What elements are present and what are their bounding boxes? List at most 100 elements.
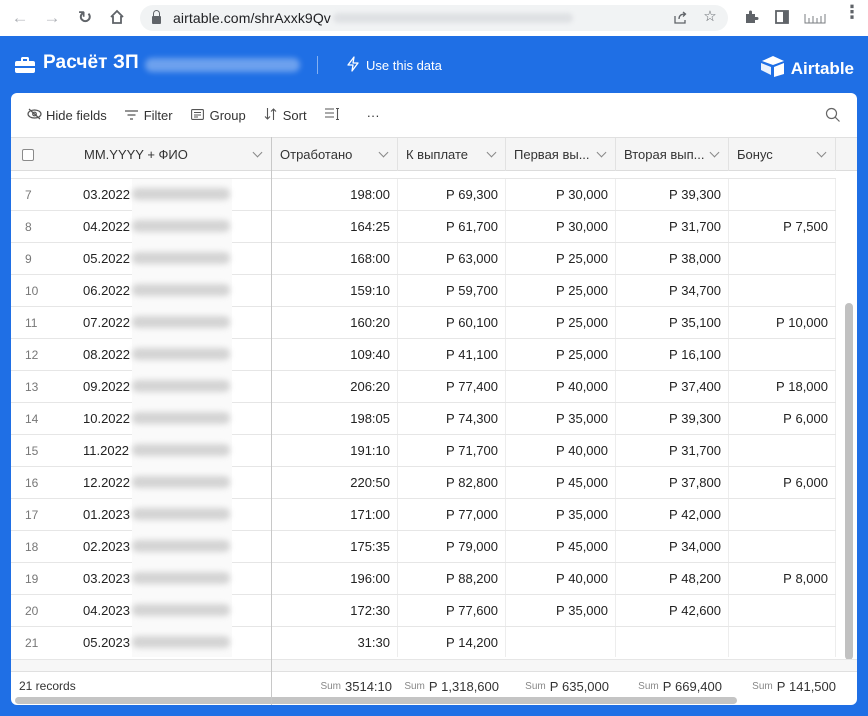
cell-hours[interactable]: 164:25 bbox=[272, 211, 398, 242]
cell-hours[interactable]: 172:30 bbox=[272, 595, 398, 626]
group-button[interactable]: Group bbox=[191, 102, 246, 128]
cell-hours[interactable]: 159:10 bbox=[272, 275, 398, 306]
forward-icon[interactable]: → bbox=[41, 7, 63, 29]
column-header-bonus[interactable]: Бонус bbox=[729, 138, 836, 171]
cell-hours[interactable]: 109:40 bbox=[272, 339, 398, 370]
cell-hours[interactable]: 160:20 bbox=[272, 307, 398, 338]
cell-month[interactable]: 02.2023 bbox=[68, 531, 138, 562]
cell-first-payment[interactable]: Р 25,000 bbox=[506, 243, 616, 274]
cell-total[interactable]: Р 77,000 bbox=[398, 499, 506, 530]
table-row[interactable]: 16 12.2022 220:50 Р 82,800 Р 45,000 Р 37,800 Р… bbox=[11, 467, 836, 499]
cell-first-payment[interactable]: Р 35,000 bbox=[506, 499, 616, 530]
row-height-button[interactable] bbox=[324, 102, 339, 128]
table-row[interactable]: 7 03.2022 198:00 Р 69,300 Р 30,000 Р 39,300 bbox=[11, 179, 836, 211]
summary-first-payment[interactable]: Sum Р 635,000 bbox=[506, 672, 609, 700]
chevron-down-icon[interactable] bbox=[596, 147, 607, 158]
column-header-name[interactable]: MM.YYYY + ФИО bbox=[68, 138, 272, 171]
menu-kebab-icon[interactable]: ⋮ bbox=[843, 3, 861, 21]
cell-month[interactable]: 03.2022 bbox=[68, 179, 138, 210]
cell-bonus[interactable] bbox=[729, 339, 836, 370]
filter-button[interactable]: Filter bbox=[125, 102, 173, 128]
cell-first-payment[interactable]: Р 30,000 bbox=[506, 179, 616, 210]
column-header-first-payment[interactable]: Первая вы... bbox=[506, 138, 616, 171]
cell-month[interactable]: 07.2022 bbox=[68, 307, 138, 338]
cell-month[interactable]: 10.2022 bbox=[68, 403, 138, 434]
cell-bonus[interactable]: Р 8,000 bbox=[729, 563, 836, 594]
cell-total[interactable]: Р 77,400 bbox=[398, 371, 506, 402]
cell-hours[interactable]: 175:35 bbox=[272, 531, 398, 562]
table-row[interactable]: 9 05.2022 168:00 Р 63,000 Р 25,000 Р 38,000 bbox=[11, 243, 836, 275]
cell-first-payment[interactable]: Р 30,000 bbox=[506, 211, 616, 242]
cell-first-payment[interactable]: Р 40,000 bbox=[506, 563, 616, 594]
home-icon[interactable] bbox=[106, 6, 128, 28]
cell-hours[interactable]: 196:00 bbox=[272, 563, 398, 594]
cell-second-payment[interactable]: Р 34,700 bbox=[616, 275, 729, 306]
cell-total[interactable]: Р 82,800 bbox=[398, 467, 506, 498]
cell-first-payment[interactable]: Р 40,000 bbox=[506, 371, 616, 402]
vertical-scrollbar-thumb[interactable] bbox=[845, 303, 853, 660]
column-header-total[interactable]: К выплате bbox=[398, 138, 506, 171]
cell-second-payment[interactable]: Р 42,000 bbox=[616, 499, 729, 530]
chevron-down-icon[interactable] bbox=[816, 147, 827, 158]
cell-second-payment[interactable]: Р 37,400 bbox=[616, 371, 729, 402]
cell-second-payment[interactable]: Р 39,300 bbox=[616, 403, 729, 434]
cell-hours[interactable]: 171:00 bbox=[272, 499, 398, 530]
address-bar[interactable]: airtable.com/shrAxxk9Qv ☆ bbox=[140, 5, 728, 31]
table-row[interactable]: 20 04.2023 172:30 Р 77,600 Р 35,000 Р 42,600 bbox=[11, 595, 836, 627]
cell-total[interactable]: Р 74,300 bbox=[398, 403, 506, 434]
cell-first-payment[interactable]: Р 25,000 bbox=[506, 275, 616, 306]
column-header-second-payment[interactable]: Вторая вып... bbox=[616, 138, 729, 171]
sidebar-icon[interactable] bbox=[775, 10, 789, 28]
table-row[interactable]: 10 06.2022 159:10 Р 59,700 Р 25,000 Р 34,700 bbox=[11, 275, 836, 307]
table-row[interactable]: 19 03.2023 196:00 Р 88,200 Р 40,000 Р 48,200 Р… bbox=[11, 563, 836, 595]
cell-bonus[interactable]: Р 7,500 bbox=[729, 211, 836, 242]
table-row[interactable]: 12 08.2022 109:40 Р 41,100 Р 25,000 Р 16,100 bbox=[11, 339, 836, 371]
cell-bonus[interactable] bbox=[729, 435, 836, 466]
table-row[interactable]: 13 09.2022 206:20 Р 77,400 Р 40,000 Р 37,400 Р… bbox=[11, 371, 836, 403]
cell-total[interactable]: Р 41,100 bbox=[398, 339, 506, 370]
cell-second-payment[interactable]: Р 31,700 bbox=[616, 211, 729, 242]
cell-total[interactable]: Р 88,200 bbox=[398, 563, 506, 594]
cell-first-payment[interactable]: Р 45,000 bbox=[506, 531, 616, 562]
cell-second-payment[interactable]: Р 16,100 bbox=[616, 339, 729, 370]
cell-second-payment[interactable]: Р 31,700 bbox=[616, 435, 729, 466]
cell-month[interactable]: 06.2022 bbox=[68, 275, 138, 306]
cell-month[interactable]: 05.2022 bbox=[68, 243, 138, 274]
cell-second-payment[interactable]: Р 39,300 bbox=[616, 179, 729, 210]
reload-icon[interactable]: ↻ bbox=[74, 7, 96, 29]
table-row[interactable]: 11 07.2022 160:20 Р 60,100 Р 25,000 Р 35,100 Р… bbox=[11, 307, 836, 339]
cell-second-payment[interactable]: Р 35,100 bbox=[616, 307, 729, 338]
cell-second-payment[interactable]: Р 34,000 bbox=[616, 531, 729, 562]
cell-first-payment[interactable]: Р 25,000 bbox=[506, 339, 616, 370]
cell-month[interactable]: 04.2022 bbox=[68, 211, 138, 242]
cell-bonus[interactable] bbox=[729, 531, 836, 562]
airtable-logo[interactable]: Airtable bbox=[760, 55, 854, 82]
table-row[interactable]: 14 10.2022 198:05 Р 74,300 Р 35,000 Р 39,300 Р… bbox=[11, 403, 836, 435]
chevron-down-icon[interactable] bbox=[486, 147, 497, 158]
cell-month[interactable]: 05.2023 bbox=[68, 627, 138, 657]
cell-bonus[interactable]: Р 10,000 bbox=[729, 307, 836, 338]
table-row[interactable]: 8 04.2022 164:25 Р 61,700 Р 30,000 Р 31,700 Р … bbox=[11, 211, 836, 243]
cell-bonus[interactable] bbox=[729, 275, 836, 306]
table-row[interactable]: 17 01.2023 171:00 Р 77,000 Р 35,000 Р 42,000 bbox=[11, 499, 836, 531]
cell-total[interactable]: Р 59,700 bbox=[398, 275, 506, 306]
cell-first-payment[interactable]: Р 40,000 bbox=[506, 435, 616, 466]
cell-total[interactable]: Р 71,700 bbox=[398, 435, 506, 466]
use-this-data-button[interactable]: Use this data bbox=[346, 56, 442, 75]
select-all-checkbox[interactable] bbox=[22, 148, 34, 161]
cell-month[interactable]: 03.2023 bbox=[68, 563, 138, 594]
search-button[interactable] bbox=[825, 107, 841, 123]
cell-hours[interactable]: 168:00 bbox=[272, 243, 398, 274]
table-row[interactable]: 18 02.2023 175:35 Р 79,000 Р 45,000 Р 34,000 bbox=[11, 531, 836, 563]
cell-second-payment[interactable]: Р 38,000 bbox=[616, 243, 729, 274]
cell-bonus[interactable]: Р 18,000 bbox=[729, 371, 836, 402]
cell-hours[interactable]: 206:20 bbox=[272, 371, 398, 402]
cell-first-payment[interactable]: Р 45,000 bbox=[506, 467, 616, 498]
chevron-down-icon[interactable] bbox=[709, 147, 720, 158]
cell-bonus[interactable] bbox=[729, 499, 836, 530]
horizontal-scrollbar-thumb[interactable] bbox=[15, 697, 737, 704]
cell-first-payment[interactable]: Р 35,000 bbox=[506, 403, 616, 434]
hide-fields-button[interactable]: Hide fields bbox=[27, 102, 107, 128]
extensions-icon[interactable] bbox=[743, 9, 759, 29]
cell-total[interactable]: Р 61,700 bbox=[398, 211, 506, 242]
